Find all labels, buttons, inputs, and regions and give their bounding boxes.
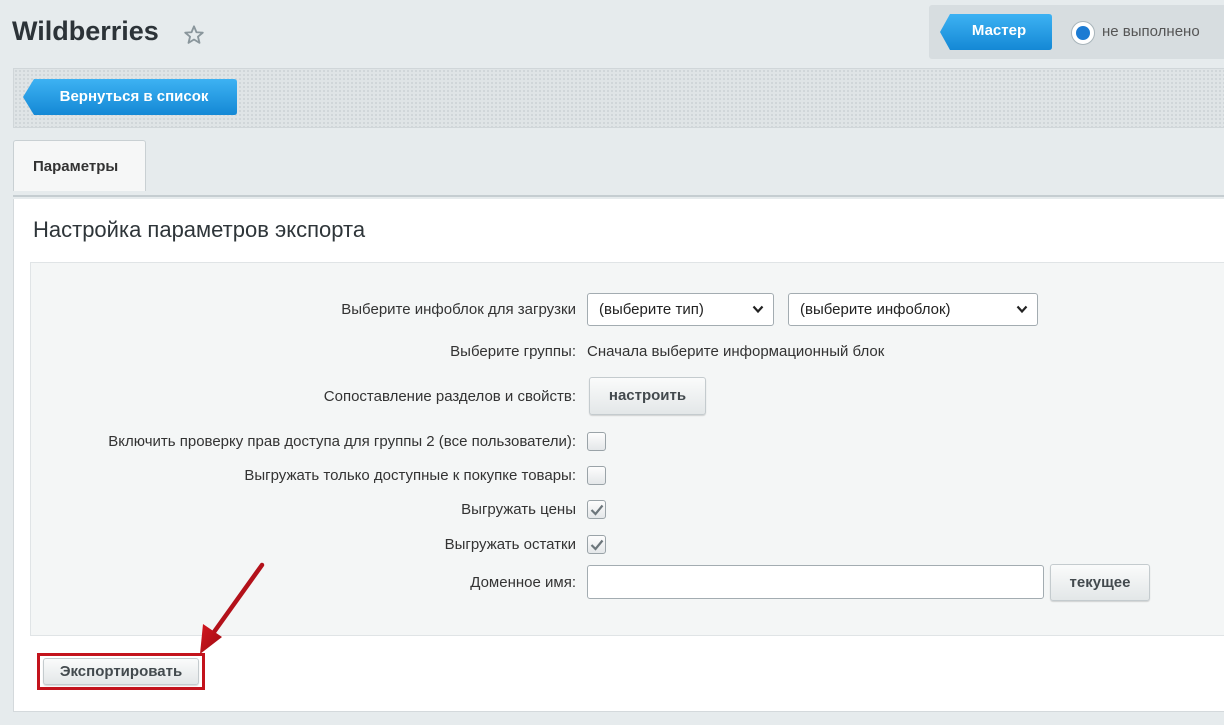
back-to-list-button[interactable]: Вернуться в список [23,79,237,115]
domain-label: Доменное имя: [470,574,576,591]
export-stock-checkbox[interactable] [587,535,606,554]
type-select[interactable]: (выберите тип) [587,293,774,326]
master-button-label: Мастер [971,22,1027,39]
checkmark-icon [590,504,604,516]
infoblock-select[interactable]: (выберите инфоблок) [788,293,1038,326]
page-title: Wildberries [12,16,159,46]
current-domain-button[interactable]: текущее [1050,564,1150,601]
tab-parameters-label: Параметры [33,158,119,175]
infoblock-label: Выберите инфоблок для загрузки [341,301,576,318]
export-button[interactable]: Экспортировать [43,658,199,685]
mapping-label: Сопоставление разделов и свойств: [323,388,576,405]
chevron-down-icon [1016,305,1028,314]
configure-mapping-button[interactable]: настроить [589,377,706,415]
chevron-down-icon [752,305,764,314]
status-label: не выполнено [1102,23,1200,40]
master-button[interactable]: Мастер [940,14,1052,50]
access-check-label: Включить проверку прав доступа для групп… [108,433,576,450]
access-check-checkbox[interactable] [587,432,606,451]
domain-input[interactable] [587,565,1044,599]
back-to-list-label: Вернуться в список [59,88,209,105]
export-stock-label: Выгружать остатки [444,536,576,553]
export-prices-label: Выгружать цены [461,501,576,518]
only-available-checkbox[interactable] [587,466,606,485]
section-title: Настройка параметров экспорта [33,217,366,242]
only-available-label: Выгружать только доступные к покупке тов… [244,467,576,484]
groups-label: Выберите группы: [450,343,576,360]
export-prices-checkbox[interactable] [587,500,606,519]
tab-parameters[interactable]: Параметры [13,140,146,191]
groups-value: Сначала выберите информационный блок [587,343,885,360]
type-select-value: (выберите тип) [599,301,704,318]
infoblock-select-value: (выберите инфоблок) [800,301,951,318]
favorite-star-icon[interactable] [183,24,205,46]
tab-strip [13,140,1224,197]
status-radio[interactable] [1071,21,1095,45]
checkmark-icon [590,539,604,551]
